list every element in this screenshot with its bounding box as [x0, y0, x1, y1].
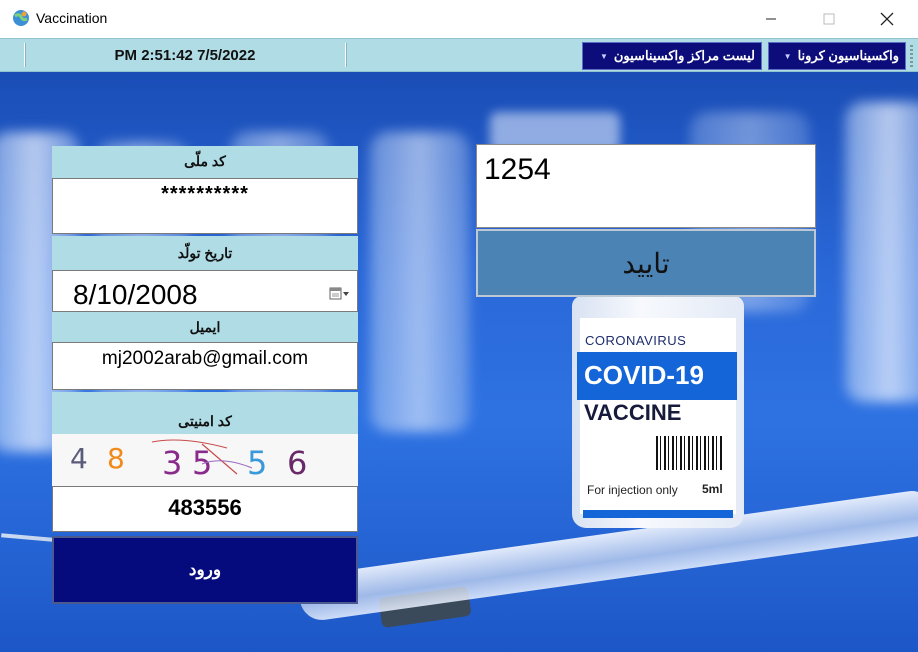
vial-usage: For injection only — [587, 483, 678, 497]
datetime-label: PM 2:51:42 7/5/2022 — [114, 47, 256, 64]
maximize-icon — [823, 13, 835, 25]
captcha-char: 8 — [107, 442, 125, 475]
close-button[interactable] — [864, 0, 910, 38]
menu-centers-label: لیست مراکز واکسیناسیون — [613, 48, 755, 63]
menu-corona-vaccination[interactable]: واکسیناسیون کرونا ▼ — [768, 42, 906, 70]
vial-base-band — [583, 510, 733, 518]
vial-name: COVID-19 — [584, 360, 704, 390]
blurred-vial — [845, 102, 918, 402]
minimize-button[interactable] — [748, 0, 794, 38]
window-title: Vaccination — [36, 10, 108, 26]
national-code-input[interactable]: ********** — [52, 178, 358, 234]
strip-separator — [345, 43, 347, 67]
status-strip: PM 2:51:42 7/5/2022 واکسیناسیون کرونا ▼ … — [0, 38, 918, 72]
vial-volume: 5ml — [702, 482, 723, 496]
captcha-char: 4 — [70, 442, 88, 475]
menu-corona-label: واکسیناسیون کرونا — [797, 48, 899, 63]
national-code-label: کد ملّی — [52, 146, 358, 178]
vial-brand-line: CORONAVIRUS — [585, 333, 687, 348]
globe-app-icon — [13, 10, 29, 26]
strip-grip — [910, 45, 913, 67]
captcha-image: 4 8 3 5 5 6 — [52, 434, 358, 486]
chevron-down-icon: ▼ — [599, 51, 608, 61]
captcha-char: 5 — [247, 444, 267, 482]
captcha-char: 6 — [287, 444, 307, 482]
birth-date-value: 8/10/2008 — [73, 279, 198, 310]
email-label: ایمیل — [52, 312, 358, 342]
captcha-char: 3 — [162, 444, 182, 482]
confirm-button[interactable]: تایید — [476, 229, 816, 297]
calendar-dropdown-icon[interactable] — [329, 286, 351, 302]
login-button[interactable]: ورود — [52, 536, 358, 604]
close-icon — [880, 12, 894, 26]
minimize-icon — [766, 18, 776, 20]
verification-code-input[interactable]: 1254 — [476, 144, 816, 228]
captcha-input[interactable]: 483556 — [52, 486, 358, 532]
captcha-graphic: 4 8 3 5 5 6 — [70, 439, 307, 482]
vial-product: VACCINE — [584, 400, 682, 425]
birth-date-picker[interactable]: 8/10/2008 — [52, 270, 358, 312]
barcode-icon — [656, 436, 724, 470]
title-bar: Vaccination — [0, 0, 918, 38]
menu-vaccination-centers[interactable]: لیست مراکز واکسیناسیون ▼ — [582, 42, 762, 70]
security-code-label: کد امنیتی — [52, 392, 358, 434]
birth-date-label: تاریخ تولّد — [52, 236, 358, 270]
email-field[interactable]: mj2002arab@gmail.com — [52, 342, 358, 390]
chevron-down-icon: ▼ — [783, 51, 792, 61]
maximize-button[interactable] — [806, 0, 852, 38]
blurred-vial — [370, 132, 470, 432]
